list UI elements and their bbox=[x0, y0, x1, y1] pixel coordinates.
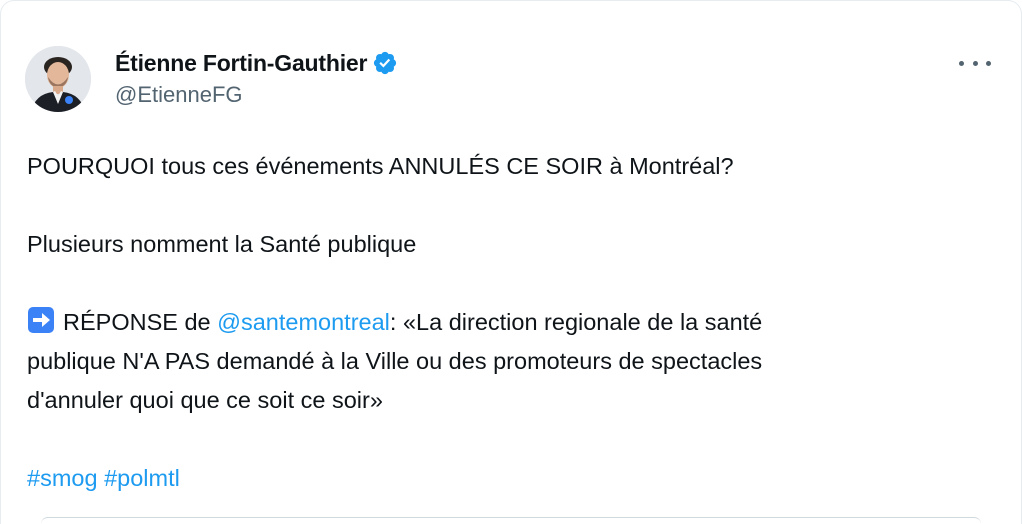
embedded-card-top-edge bbox=[41, 517, 981, 524]
author-display-name[interactable]: Étienne Fortin-Gauthier bbox=[115, 50, 367, 77]
hashtags-row: #smog #polmtl bbox=[27, 459, 987, 498]
author-name-row: Étienne Fortin-Gauthier bbox=[115, 46, 398, 80]
tweet-card: Étienne Fortin-Gauthier @EtienneFG POURQ… bbox=[0, 0, 1022, 524]
author-avatar[interactable] bbox=[25, 46, 91, 112]
author-handle[interactable]: @EtienneFG bbox=[115, 82, 243, 108]
reply-prefix: RÉPONSE de bbox=[63, 309, 218, 335]
more-dot bbox=[986, 60, 991, 66]
mention-santemontreal-link[interactable]: @santemontreal bbox=[217, 309, 390, 335]
reply-text-2: publique N'A PAS demandé à la Ville ou d… bbox=[27, 348, 763, 374]
more-dot bbox=[972, 60, 978, 66]
tweet-reply-paragraph: RÉPONSE de @santemontreal: «La direction… bbox=[27, 303, 987, 420]
reply-text-3: d'annuler quoi que ce soit ce soir» bbox=[27, 387, 383, 413]
hashtag-smog-link[interactable]: #smog bbox=[27, 465, 98, 491]
hashtag-polmtl-link[interactable]: #polmtl bbox=[104, 465, 180, 491]
more-dot bbox=[959, 60, 964, 66]
reply-text-1: : «La direction regionale de la santé bbox=[389, 309, 763, 335]
more-options-icon[interactable] bbox=[959, 53, 991, 73]
tweet-line-2: Plusieurs nomment la Santé publique bbox=[27, 231, 417, 257]
right-arrow-emoji-icon bbox=[27, 306, 55, 334]
avatar-photo-icon bbox=[25, 46, 91, 112]
verified-badge-icon[interactable] bbox=[372, 50, 398, 76]
tweet-body: POURQUOI tous ces événements ANNULÉS CE … bbox=[27, 147, 987, 498]
tweet-line-1: POURQUOI tous ces événements ANNULÉS CE … bbox=[27, 153, 734, 179]
